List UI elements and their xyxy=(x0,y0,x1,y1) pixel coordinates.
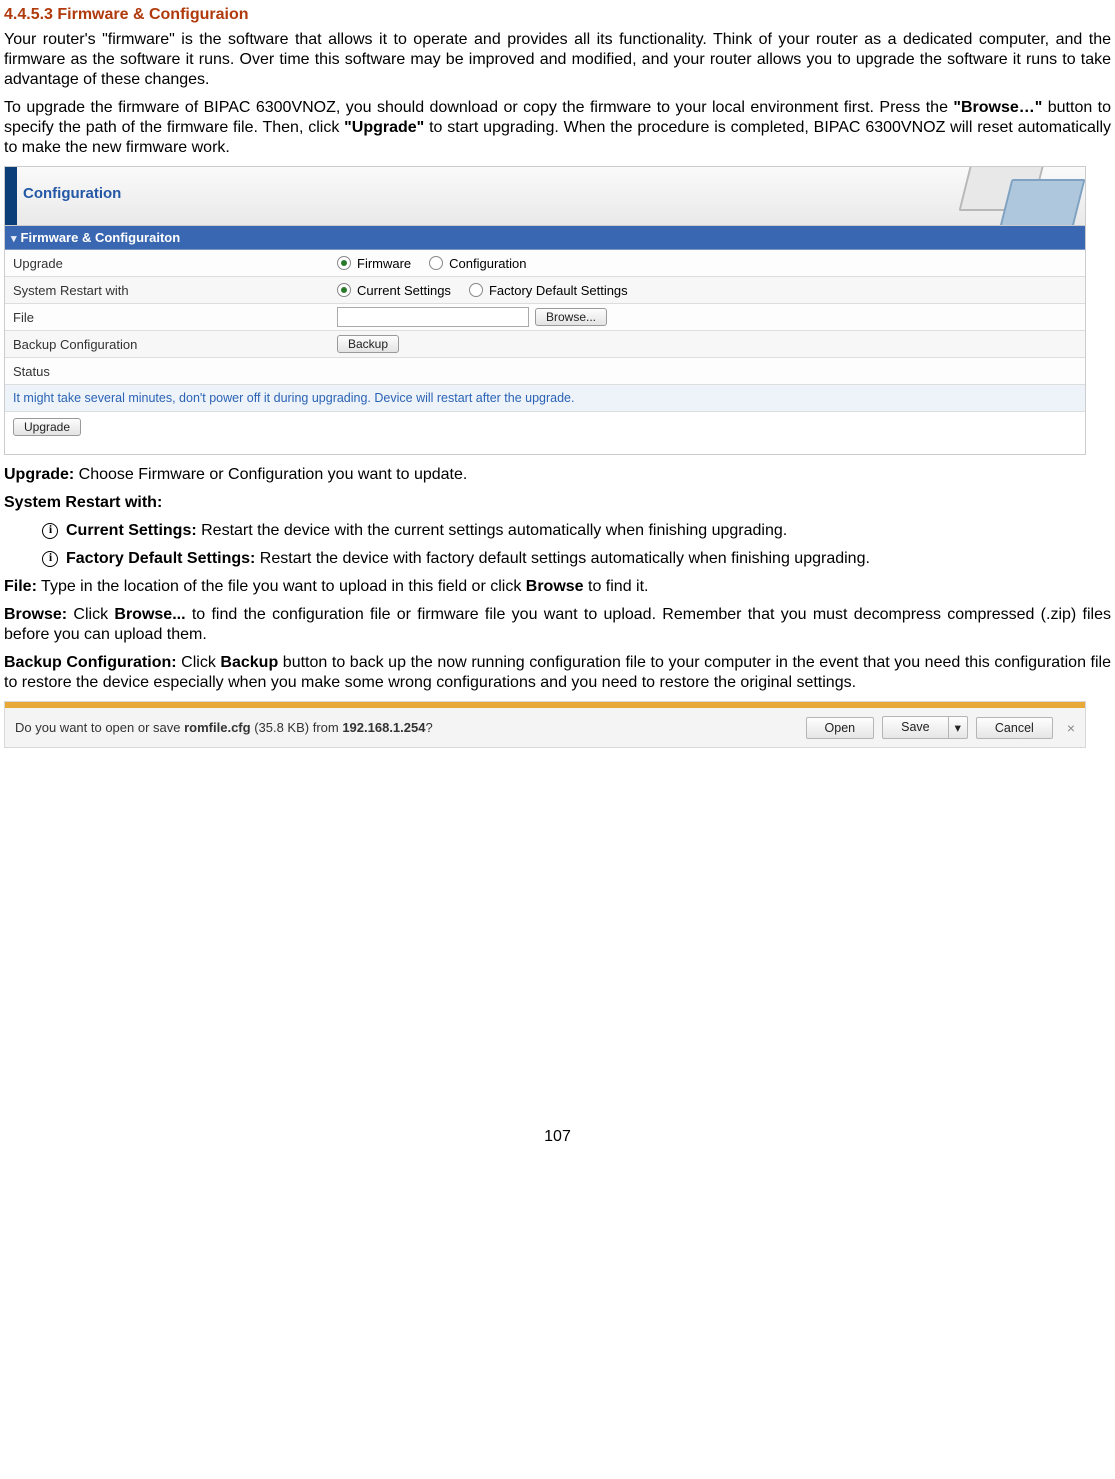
text: Restart the device with factory default … xyxy=(255,550,870,567)
save-button[interactable]: Save xyxy=(882,716,948,739)
page-number: 107 xyxy=(4,1128,1111,1146)
row-value: Current Settings Factory Default Setting… xyxy=(331,280,1085,301)
def-file: File: Type in the location of the file y… xyxy=(4,577,1111,597)
download-prompt-body: Do you want to open or save romfile.cfg … xyxy=(5,708,1085,747)
label: Backup Configuration: xyxy=(4,654,177,671)
def-restart: System Restart with: xyxy=(4,493,1111,513)
text-bold: Browse... xyxy=(114,606,185,623)
list-item-current-settings: Current Settings: Restart the device wit… xyxy=(42,521,1111,541)
radio-label: Factory Default Settings xyxy=(489,283,628,298)
text-bold: "Browse…" xyxy=(953,99,1042,116)
row-label: System Restart with xyxy=(5,279,331,302)
intro-paragraph-2: To upgrade the firmware of BIPAC 6300VNO… xyxy=(4,98,1111,158)
text-bold: "Upgrade" xyxy=(344,119,424,136)
text-bold: Backup xyxy=(220,654,278,671)
label: File: xyxy=(4,578,37,595)
row-backup: Backup Configuration Backup xyxy=(5,331,1085,358)
panel-subheader: Firmware & Configuraiton xyxy=(5,226,1085,250)
restart-options-list: Current Settings: Restart the device wit… xyxy=(4,521,1111,569)
def-backup: Backup Configuration: Click Backup butto… xyxy=(4,653,1111,693)
text: To upgrade the firmware of BIPAC 6300VNO… xyxy=(4,99,953,116)
row-label: Status xyxy=(5,360,331,383)
row-restart: System Restart with Current Settings Fac… xyxy=(5,277,1085,304)
list-item-factory-default: Factory Default Settings: Restart the de… xyxy=(42,549,1111,569)
text: ? xyxy=(425,720,432,735)
radio-label: Current Settings xyxy=(357,283,451,298)
section-heading: 4.4.5.3 Firmware & Configuraion xyxy=(4,6,1111,24)
text: Do you want to open or save xyxy=(15,720,184,735)
row-upgrade: Upgrade Firmware Configuration xyxy=(5,250,1085,277)
open-button[interactable]: Open xyxy=(806,717,875,739)
label: Factory Default Settings: xyxy=(66,550,255,567)
text-bold: Browse xyxy=(526,578,584,595)
row-label: File xyxy=(5,306,331,329)
host: 192.168.1.254 xyxy=(342,720,425,735)
upgrade-button-row: Upgrade xyxy=(5,412,1085,454)
radio-configuration[interactable] xyxy=(429,256,443,270)
radio-label: Configuration xyxy=(449,256,526,271)
header-accent-bar xyxy=(5,167,17,225)
intro-paragraph-1: Your router's "firmware" is the software… xyxy=(4,30,1111,90)
close-icon[interactable]: × xyxy=(1067,720,1075,736)
text: to find it. xyxy=(584,578,649,595)
download-prompt-bar: Do you want to open or save romfile.cfg … xyxy=(4,701,1086,748)
radio-current-settings[interactable] xyxy=(337,283,351,297)
row-file: File Browse... xyxy=(5,304,1085,331)
label: Browse: xyxy=(4,606,67,623)
row-value: Firmware Configuration xyxy=(331,253,1085,274)
row-value: Browse... xyxy=(331,304,1085,330)
panel-header: Configuration xyxy=(5,167,1085,226)
row-status: Status xyxy=(5,358,1085,385)
text: Click xyxy=(177,654,221,671)
download-message: Do you want to open or save romfile.cfg … xyxy=(15,720,798,735)
row-value: Backup xyxy=(331,332,1085,356)
radio-firmware[interactable] xyxy=(337,256,351,270)
file-path-input[interactable] xyxy=(337,307,529,327)
text: (35.8 KB) from xyxy=(251,720,343,735)
text: Restart the device with the current sett… xyxy=(197,522,788,539)
save-dropdown-button[interactable]: ▾ xyxy=(948,716,968,739)
upgrade-note: It might take several minutes, don't pow… xyxy=(5,385,1085,412)
text: Choose Firmware or Configuration you wan… xyxy=(74,466,467,483)
filename: romfile.cfg xyxy=(184,720,250,735)
panel-title: Configuration xyxy=(23,185,121,202)
def-upgrade: Upgrade: Choose Firmware or Configuratio… xyxy=(4,465,1111,485)
radio-label: Firmware xyxy=(357,256,411,271)
def-browse: Browse: Click Browse... to find the conf… xyxy=(4,605,1111,645)
backup-button[interactable]: Backup xyxy=(337,335,399,353)
radio-factory-default[interactable] xyxy=(469,283,483,297)
configuration-panel: Configuration Firmware & Configuraiton U… xyxy=(4,166,1086,455)
row-value xyxy=(331,368,1085,374)
monitor-icon xyxy=(945,167,1085,225)
browse-button[interactable]: Browse... xyxy=(535,308,607,326)
save-split-button: Save ▾ xyxy=(882,716,968,739)
upgrade-button[interactable]: Upgrade xyxy=(13,418,81,436)
text: Type in the location of the file you wan… xyxy=(37,578,526,595)
cancel-button[interactable]: Cancel xyxy=(976,717,1053,739)
row-label: Backup Configuration xyxy=(5,333,331,356)
label: Upgrade: xyxy=(4,466,74,483)
row-label: Upgrade xyxy=(5,252,331,275)
label: Current Settings: xyxy=(66,522,197,539)
label: System Restart with: xyxy=(4,494,162,511)
text: Click xyxy=(67,606,114,623)
